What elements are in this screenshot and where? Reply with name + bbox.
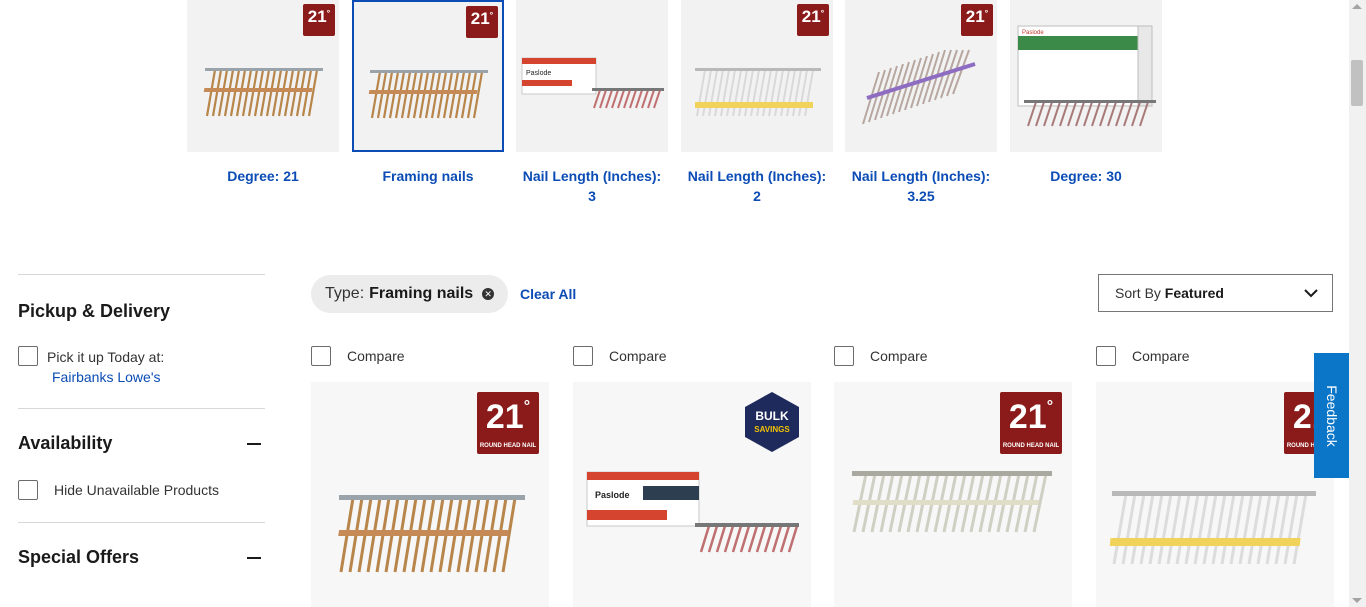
filter-sidebar: Pickup & Delivery Pick it up Today at: F… — [18, 274, 265, 568]
scroll-up-arrow-icon[interactable] — [1352, 4, 1362, 9]
category-label: Degree: 21 — [227, 168, 299, 184]
category-label: Nail Length (Inches): 2 — [687, 168, 827, 204]
svg-text:Paslode: Paslode — [526, 70, 551, 77]
svg-text:Paslode: Paslode — [595, 490, 630, 500]
sort-value: Featured — [1164, 285, 1224, 301]
scrollbar-thumb[interactable] — [1351, 60, 1363, 106]
hide-unavailable-label: Hide Unavailable Products — [54, 482, 219, 498]
product-image[interactable]: BULK SAVINGS Paslode — [573, 382, 811, 607]
pickup-checkbox[interactable] — [18, 346, 38, 366]
nail-strip-image — [368, 70, 488, 119]
active-filter-chip[interactable]: Type: Framing nails ✕ — [311, 275, 509, 313]
compare-label: Compare — [609, 348, 667, 364]
collapse-minus-icon[interactable] — [247, 556, 261, 559]
filter-chip-key: Type: — [325, 285, 365, 302]
category-image: 21° — [845, 0, 997, 152]
compare-label: Compare — [1132, 348, 1190, 364]
category-label: Degree: 30 — [1050, 168, 1122, 184]
product-image[interactable]: 21° ROUND HEAD NAIL — [834, 382, 1072, 607]
category-card-nail-length-2[interactable]: 21° Nail Length (Inches): 2 — [681, 0, 833, 206]
filter-section-availability: Availability Hide Unavailable Products — [18, 409, 265, 500]
availability-option: Hide Unavailable Products — [18, 480, 265, 500]
nail-strip-image — [338, 495, 525, 573]
degree-badge: 21° — [466, 6, 498, 38]
category-label: Nail Length (Inches): 3.25 — [851, 168, 991, 204]
category-image: Paslode — [1010, 0, 1162, 152]
filter-chip-value: Framing nails — [369, 285, 474, 302]
compare-checkbox[interactable] — [834, 346, 854, 366]
remove-filter-icon[interactable]: ✕ — [482, 288, 495, 300]
compare-toggle[interactable]: Compare — [573, 346, 667, 366]
nail-strip-image — [852, 471, 1052, 533]
category-card-degree-30[interactable]: Paslode Degree: 30 — [1010, 0, 1162, 186]
pickup-option: Pick it up Today at: Fairbanks Lowe's — [18, 346, 265, 385]
compare-checkbox[interactable] — [573, 346, 593, 366]
compare-toggle[interactable]: Compare — [1096, 346, 1190, 366]
nail-box-image: Paslode — [586, 471, 799, 553]
filter-heading-text: Pickup & Delivery — [18, 301, 171, 321]
category-image: 21° — [352, 0, 504, 152]
feedback-tab[interactable]: Feedback — [1314, 353, 1349, 478]
category-image: 21° — [681, 0, 833, 152]
nail-strip-image — [862, 49, 976, 125]
collapse-minus-icon[interactable] — [247, 442, 261, 445]
category-card-degree-21[interactable]: 21° Degree: 21 — [187, 0, 339, 186]
category-card-nail-length-3[interactable]: Paslode Nail Length (Inches): 3 — [516, 0, 668, 206]
chevron-down-icon — [1304, 288, 1318, 297]
degree-badge: 21° — [961, 4, 993, 36]
product-image[interactable]: 21° ROUND HEAD NAIL — [311, 382, 549, 607]
degree-badge: 21° — [303, 4, 335, 36]
filter-section-special-offers: Special Offers — [18, 523, 265, 568]
nail-strip-image — [203, 68, 323, 117]
sort-label: Sort By Featured — [1115, 285, 1224, 301]
sort-dropdown[interactable]: Sort By Featured — [1098, 274, 1333, 312]
degree-badge: 21° ROUND HEAD NAIL — [477, 392, 539, 454]
filter-heading-text: Special Offers — [18, 547, 140, 567]
scroll-down-arrow-icon[interactable] — [1352, 598, 1362, 603]
filter-heading-text: Availability — [18, 433, 113, 453]
category-image: Paslode — [516, 0, 668, 152]
compare-label: Compare — [870, 348, 928, 364]
compare-toggle[interactable]: Compare — [834, 346, 928, 366]
category-image: 21° — [187, 0, 339, 152]
bulk-savings-badge: BULK SAVINGS — [745, 392, 799, 452]
filter-section-pickup: Pickup & Delivery Pick it up Today at: F… — [18, 275, 265, 385]
pickup-option-label: Pick it up Today at: — [47, 349, 165, 365]
compare-checkbox[interactable] — [1096, 346, 1116, 366]
category-label: Framing nails — [382, 168, 474, 184]
compare-label: Compare — [347, 348, 405, 364]
category-card-framing-nails[interactable]: 21° Framing nails — [352, 0, 504, 186]
category-card-nail-length-3-25[interactable]: 21° Nail Length (Inches): 3.25 — [845, 0, 997, 206]
filter-heading-special-offers[interactable]: Special Offers — [18, 547, 265, 568]
nail-box-image: Paslode — [1017, 25, 1156, 127]
nail-strip-image — [1109, 491, 1316, 565]
svg-text:BULK: BULK — [755, 409, 789, 423]
hide-unavailable-checkbox[interactable] — [18, 480, 38, 500]
product-image[interactable]: 21° ROUND HEAD NAIL — [1096, 382, 1334, 607]
degree-badge: 21° ROUND HEAD NAIL — [1000, 392, 1062, 454]
filter-heading-pickup[interactable]: Pickup & Delivery — [18, 301, 265, 322]
svg-text:SAVINGS: SAVINGS — [754, 425, 790, 434]
nail-box-image: Paslode — [521, 57, 664, 109]
degree-badge: 21° — [797, 4, 829, 36]
svg-text:Paslode: Paslode — [1022, 30, 1044, 36]
category-label: Nail Length (Inches): 3 — [522, 168, 662, 204]
nail-strip-image — [695, 68, 821, 117]
store-link[interactable]: Fairbanks Lowe's — [52, 369, 164, 385]
feedback-label: Feedback — [1323, 384, 1340, 447]
clear-all-link[interactable]: Clear All — [520, 286, 576, 302]
filter-heading-availability[interactable]: Availability — [18, 433, 265, 454]
compare-checkbox[interactable] — [311, 346, 331, 366]
sort-prefix: Sort By — [1115, 285, 1161, 301]
compare-toggle[interactable]: Compare — [311, 346, 405, 366]
